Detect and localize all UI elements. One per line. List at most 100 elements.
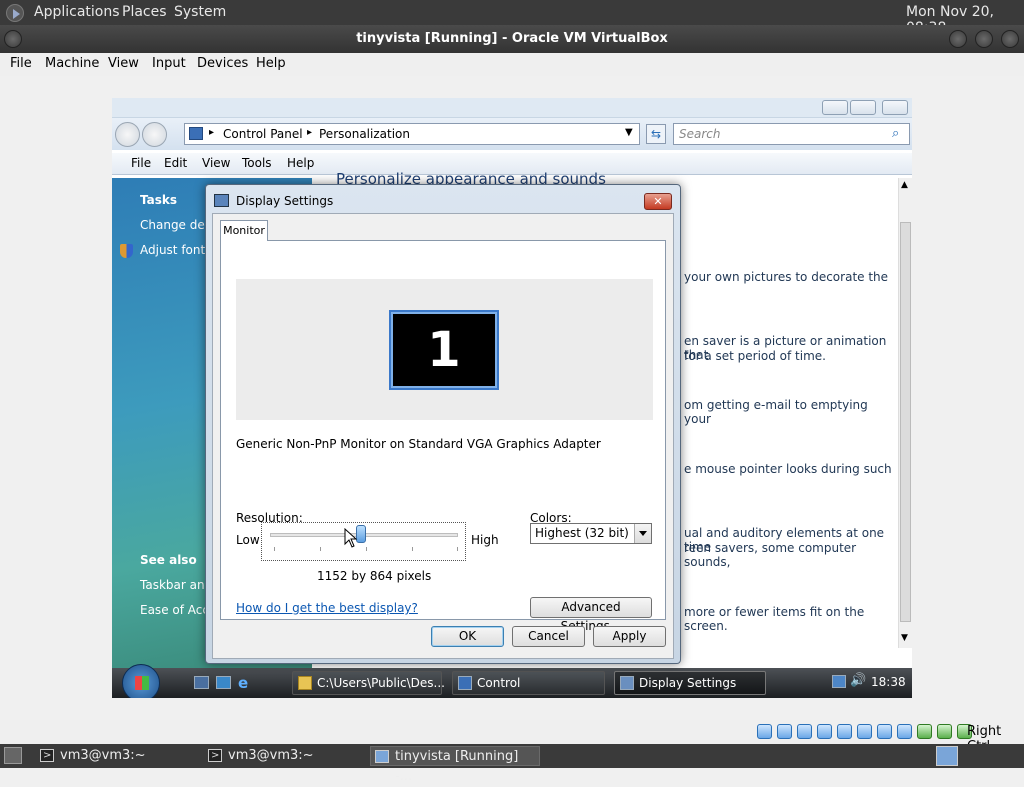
- explorer-close-icon[interactable]: [882, 100, 908, 115]
- monitor-tab-panel: 1 Generic Non-PnP Monitor on Standard VG…: [220, 240, 666, 633]
- dialog-close-icon[interactable]: ✕: [644, 193, 672, 210]
- show-desktop-icon[interactable]: [4, 747, 22, 764]
- task-public-desktop[interactable]: C:\Users\Public\Des...: [292, 671, 445, 695]
- content-line: more or fewer items fit on the screen.: [684, 605, 865, 633]
- vbox-window-title-bar: tinyvista [Running] - Oracle VM VirtualB…: [0, 25, 1024, 53]
- maximize-icon[interactable]: [975, 30, 993, 48]
- start-orb-icon[interactable]: [122, 664, 160, 698]
- display-settings-dialog: Display Settings ✕ Monitor 1 Generic Non…: [205, 184, 681, 664]
- advanced-settings-button[interactable]: Advanced Settings...: [530, 597, 652, 633]
- resolution-value: 1152 by 864 pixels: [317, 569, 432, 583]
- scroll-up-icon[interactable]: ▲: [901, 180, 908, 190]
- vbox-window-title: tinyvista [Running] - Oracle VM VirtualB…: [356, 31, 668, 46]
- explorer-maximize-icon[interactable]: [850, 100, 876, 115]
- workspace-switcher[interactable]: [936, 746, 958, 766]
- vbox-menu-machine[interactable]: Machine: [45, 56, 99, 71]
- task-display-settings[interactable]: Display Settings: [614, 671, 766, 695]
- display-icon[interactable]: [877, 724, 892, 739]
- vbox-menu-file[interactable]: File: [10, 56, 32, 71]
- video-capture-icon[interactable]: [897, 724, 912, 739]
- vbox-status-bar: Right Ctrl: [0, 720, 1024, 754]
- optical-drive-icon[interactable]: [777, 724, 792, 739]
- vbox-menu-view[interactable]: View: [108, 56, 139, 71]
- explorer-scrollbar[interactable]: ▲ ▼: [898, 178, 912, 648]
- content-line: om getting e-mail to emptying your: [684, 398, 868, 426]
- task-label: vm3@vm3:~: [228, 748, 314, 763]
- resolution-low-label: Low: [236, 533, 260, 547]
- refresh-icon[interactable]: ⇆: [646, 124, 666, 144]
- vm-display[interactable]: ▸ Control Panel ▸ Personalization ▼ ⇆ Se…: [112, 98, 912, 698]
- see-also-heading: See also: [140, 553, 197, 567]
- mouse-cursor-icon: [344, 528, 358, 548]
- audio-icon[interactable]: [797, 724, 812, 739]
- volume-icon[interactable]: 🔊: [850, 673, 866, 688]
- task-label: C:\Users\Public\Des...: [317, 676, 445, 690]
- content-line: reen savers, some computer sounds,: [684, 541, 857, 569]
- explorer-menu-help[interactable]: Help: [287, 156, 314, 170]
- shared-folders-icon[interactable]: [857, 724, 872, 739]
- network-icon[interactable]: [832, 675, 846, 688]
- task-control-panel[interactable]: Control Panel\Perso...: [452, 671, 605, 695]
- hard-disk-icon[interactable]: [757, 724, 772, 739]
- monitor-1-tile[interactable]: 1: [389, 310, 499, 390]
- window-menu-icon[interactable]: [4, 30, 22, 48]
- virtualization-icon[interactable]: [917, 724, 932, 739]
- see-also-taskbar[interactable]: Taskbar and: [140, 578, 212, 592]
- task-label: vm3@vm3:~: [60, 748, 146, 763]
- mouse-integration-icon[interactable]: [937, 724, 952, 739]
- vbox-menu-devices[interactable]: Devices: [197, 56, 248, 71]
- best-display-help-link[interactable]: How do I get the best display?: [236, 601, 418, 615]
- internet-explorer-icon[interactable]: e: [238, 674, 248, 692]
- folder-icon: [298, 676, 312, 690]
- applications-menu[interactable]: Applications: [34, 4, 120, 20]
- cancel-button[interactable]: Cancel: [512, 626, 585, 647]
- places-menu[interactable]: Places: [122, 4, 167, 20]
- host-task-terminal-2[interactable]: vm3@vm3:~: [204, 746, 364, 766]
- switch-windows-icon[interactable]: [216, 676, 231, 689]
- usb-icon[interactable]: [837, 724, 852, 739]
- explorer-menu-file[interactable]: File: [131, 156, 151, 170]
- control-panel-icon: [458, 676, 472, 690]
- address-box[interactable]: ▸ Control Panel ▸ Personalization ▼: [184, 123, 640, 145]
- address-dropdown-icon[interactable]: ▼: [625, 127, 633, 138]
- host-task-terminal-1[interactable]: vm3@vm3:~: [36, 746, 196, 766]
- show-desktop-icon[interactable]: [194, 676, 209, 689]
- apply-button[interactable]: Apply: [593, 626, 666, 647]
- close-icon[interactable]: [1001, 30, 1019, 48]
- search-icon[interactable]: ⌕: [892, 126, 899, 141]
- breadcrumb-chevron-icon: ▸: [209, 127, 215, 138]
- system-menu[interactable]: System: [174, 4, 226, 20]
- ok-button[interactable]: OK: [431, 626, 504, 647]
- network-adapter-icon[interactable]: [817, 724, 832, 739]
- host-task-virtualbox[interactable]: tinyvista [Running] -...: [370, 746, 540, 784]
- tab-monitor[interactable]: Monitor: [220, 220, 268, 241]
- back-arrow-icon[interactable]: [115, 122, 140, 147]
- explorer-menu-view[interactable]: View: [202, 156, 230, 170]
- monitor-number: 1: [393, 314, 495, 386]
- explorer-menu-edit[interactable]: Edit: [164, 156, 187, 170]
- resolution-slider[interactable]: [261, 522, 466, 561]
- monitor-preview-area: 1: [236, 279, 653, 420]
- task-label: Control Panel\Perso...: [477, 676, 521, 690]
- vista-clock[interactable]: 18:38: [871, 675, 906, 689]
- chevron-down-icon[interactable]: [634, 524, 651, 543]
- minimize-icon[interactable]: [949, 30, 967, 48]
- dialog-title: Display Settings: [236, 194, 334, 208]
- scroll-thumb[interactable]: [900, 222, 911, 622]
- slider-tick: [320, 547, 321, 551]
- slider-tick: [412, 547, 413, 551]
- explorer-menu-tools[interactable]: Tools: [242, 156, 272, 170]
- explorer-title-bar: [112, 98, 912, 118]
- search-input[interactable]: Search ⌕: [673, 123, 910, 145]
- explorer-minimize-icon[interactable]: [822, 100, 848, 115]
- gnome-foot-icon[interactable]: [6, 4, 24, 22]
- scroll-down-icon[interactable]: ▼: [901, 633, 908, 643]
- vbox-menu-help[interactable]: Help: [256, 56, 286, 71]
- task-adjust-font[interactable]: Adjust font s: [140, 243, 215, 257]
- content-line: your own pictures to decorate the: [684, 270, 889, 284]
- breadcrumb-personalization[interactable]: Personalization: [319, 127, 410, 141]
- breadcrumb-control-panel[interactable]: Control Panel: [223, 127, 303, 141]
- vbox-menu-input[interactable]: Input: [152, 56, 186, 71]
- forward-arrow-icon[interactable]: [142, 122, 167, 147]
- colors-select[interactable]: Highest (32 bit): [530, 523, 652, 544]
